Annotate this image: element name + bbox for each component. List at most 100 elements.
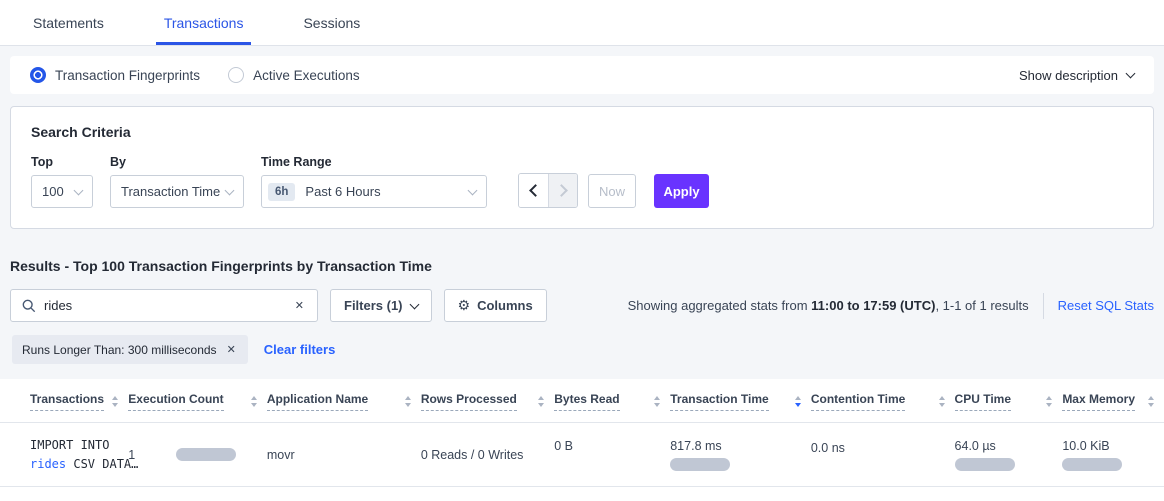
- columns-label: Columns: [477, 298, 533, 313]
- by-select[interactable]: Transaction Time: [110, 175, 244, 208]
- results-table-container: Transactions Execution Count Application…: [0, 379, 1164, 501]
- page-tabs: Statements Transactions Sessions: [0, 0, 1164, 46]
- cell-transaction-fingerprint[interactable]: IMPORT INTO rides CSV DATA…: [0, 423, 128, 487]
- column-header-contention-time[interactable]: Contention Time: [811, 379, 955, 423]
- next-time-button[interactable]: [548, 174, 577, 207]
- bytes-read-value: 0 B: [554, 439, 573, 453]
- time-range-select[interactable]: 6h Past 6 Hours: [261, 175, 487, 208]
- filters-label: Filters (1): [344, 298, 403, 313]
- show-description-label: Show description: [1019, 68, 1118, 83]
- sort-icon[interactable]: [251, 396, 257, 407]
- chevron-right-icon: [555, 184, 568, 197]
- cpu-time-value: 64.0 µs: [955, 439, 1053, 453]
- rows-processed-value: 0 Reads / 0 Writes: [421, 448, 524, 462]
- cell-execution-count: 1: [128, 423, 267, 487]
- table-header-row: Transactions Execution Count Application…: [0, 379, 1164, 423]
- statement-text: IMPORT INTO: [30, 438, 109, 452]
- cell-application-name: movr: [267, 423, 421, 487]
- top-label: Top: [31, 155, 93, 169]
- column-header-transactions[interactable]: Transactions: [0, 379, 128, 423]
- top-select[interactable]: 100: [31, 175, 93, 208]
- table-name-link[interactable]: rides: [30, 457, 66, 471]
- remove-filter-icon[interactable]: ✕: [225, 341, 238, 358]
- radio-transaction-fingerprints[interactable]: Transaction Fingerprints: [30, 67, 200, 83]
- column-header-max-memory[interactable]: Max Memory: [1062, 379, 1164, 423]
- cell-transaction-time: 817.8 ms: [670, 423, 811, 487]
- sort-icon[interactable]: [405, 396, 411, 407]
- max-memory-bar: [1062, 458, 1122, 471]
- radio-active-executions[interactable]: Active Executions: [228, 67, 360, 83]
- now-button[interactable]: Now: [588, 174, 636, 208]
- transaction-time-value: 817.8 ms: [670, 439, 801, 453]
- tab-statements[interactable]: Statements: [25, 2, 112, 45]
- reset-sql-stats-link[interactable]: Reset SQL Stats: [1058, 298, 1154, 313]
- radio-label: Transaction Fingerprints: [55, 68, 200, 83]
- column-header-execution-count[interactable]: Execution Count: [128, 379, 267, 423]
- search-criteria-title: Search Criteria: [31, 124, 1133, 140]
- transaction-time-bar: [670, 458, 730, 471]
- active-filters-row: Runs Longer Than: 300 milliseconds ✕ Cle…: [12, 335, 1154, 364]
- apply-button[interactable]: Apply: [654, 174, 709, 208]
- sort-icon[interactable]: [939, 396, 945, 407]
- sort-desc-icon[interactable]: [795, 396, 801, 407]
- view-toggle-bar: Transaction Fingerprints Active Executio…: [10, 56, 1154, 94]
- show-description-toggle[interactable]: Show description: [1019, 68, 1134, 83]
- sort-icon[interactable]: [1046, 396, 1052, 407]
- column-header-application-name[interactable]: Application Name: [267, 379, 421, 423]
- gear-icon: ⚙: [458, 297, 471, 314]
- chevron-left-icon: [529, 184, 542, 197]
- chevron-down-icon: [225, 185, 235, 195]
- time-range-label: Time Range: [261, 155, 487, 169]
- top-field: Top 100: [31, 155, 93, 208]
- results-table: Transactions Execution Count Application…: [0, 379, 1164, 487]
- time-range-field: Time Range 6h Past 6 Hours: [261, 155, 487, 208]
- execution-count-bar: [176, 448, 236, 461]
- results-search-box[interactable]: ✕: [10, 289, 318, 322]
- previous-time-button[interactable]: [519, 174, 548, 207]
- max-memory-value: 10.0 KiB: [1062, 439, 1154, 453]
- cell-max-memory: 10.0 KiB: [1062, 423, 1164, 487]
- radio-label: Active Executions: [253, 68, 360, 83]
- cpu-time-bar: [955, 458, 1015, 471]
- search-input[interactable]: [44, 298, 293, 313]
- by-label: By: [110, 155, 244, 169]
- tab-sessions[interactable]: Sessions: [295, 2, 368, 45]
- tab-transactions[interactable]: Transactions: [156, 2, 252, 45]
- time-range-badge: 6h: [268, 183, 295, 201]
- filter-chip-label: Runs Longer Than: 300 milliseconds: [22, 343, 217, 357]
- sort-icon[interactable]: [654, 396, 660, 407]
- cell-contention-time: 0.0 ns: [811, 423, 955, 487]
- chevron-down-icon: [409, 300, 419, 310]
- column-header-bytes-read[interactable]: Bytes Read: [554, 379, 670, 423]
- results-heading: Results - Top 100 Transaction Fingerprin…: [10, 258, 1154, 274]
- aggregated-stats-text: Showing aggregated stats from 11:00 to 1…: [628, 298, 1029, 313]
- filter-chip: Runs Longer Than: 300 milliseconds ✕: [12, 335, 248, 364]
- search-icon: [22, 299, 36, 313]
- column-header-transaction-time[interactable]: Transaction Time: [670, 379, 811, 423]
- search-criteria-card: Search Criteria Top 100 By Transaction T…: [10, 106, 1154, 229]
- cell-cpu-time: 64.0 µs: [955, 423, 1063, 487]
- divider: [1043, 293, 1044, 319]
- table-row: IMPORT INTO rides CSV DATA… 1 movr 0 Rea…: [0, 423, 1164, 487]
- column-header-rows-processed[interactable]: Rows Processed: [421, 379, 554, 423]
- cell-bytes-read: 0 B: [554, 423, 670, 487]
- clear-filters-link[interactable]: Clear filters: [264, 342, 336, 357]
- results-controls: ✕ Filters (1) ⚙ Columns Showing aggregat…: [10, 289, 1154, 322]
- application-name-value: movr: [267, 448, 295, 462]
- by-value: Transaction Time: [121, 184, 220, 199]
- contention-time-value: 0.0 ns: [811, 441, 845, 455]
- stats-range: 11:00 to 17:59 (UTC): [811, 298, 935, 313]
- clear-search-icon[interactable]: ✕: [293, 297, 306, 314]
- column-header-cpu-time[interactable]: CPU Time: [955, 379, 1063, 423]
- sort-icon[interactable]: [1148, 396, 1154, 407]
- chevron-down-icon: [1126, 69, 1136, 79]
- sort-icon[interactable]: [538, 396, 544, 407]
- sort-icon[interactable]: [112, 396, 118, 407]
- by-field: By Transaction Time: [110, 155, 244, 208]
- chevron-down-icon: [468, 185, 478, 195]
- columns-button[interactable]: ⚙ Columns: [444, 289, 547, 322]
- cell-rows-processed: 0 Reads / 0 Writes: [421, 423, 554, 487]
- stats-suffix: , 1-1 of 1 results: [935, 298, 1028, 313]
- filters-button[interactable]: Filters (1): [330, 289, 432, 322]
- radio-unselected-icon: [228, 67, 244, 83]
